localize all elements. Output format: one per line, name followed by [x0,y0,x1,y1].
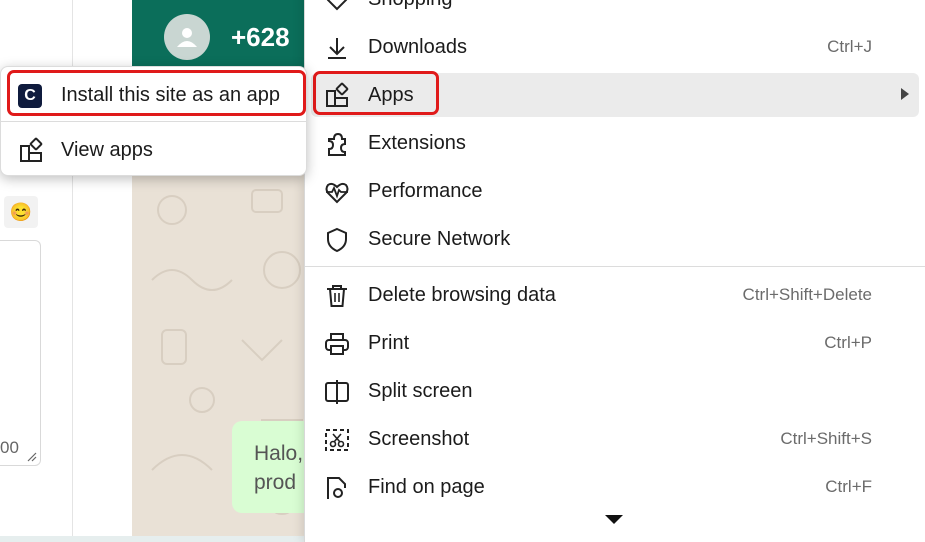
menu-item-screenshot[interactable]: Screenshot Ctrl+Shift+S [305,417,919,461]
message-line-1: Halo, [254,442,304,465]
menu-item-extensions[interactable]: Extensions [305,121,919,165]
emoji-button[interactable]: 😊 [4,196,38,228]
download-icon [328,38,346,59]
menu-label: Secure Network [368,227,511,250]
person-icon [177,28,197,47]
smiling-face-icon: 😊 [9,201,33,222]
menu-label: Screenshot [368,427,470,450]
shield-icon [327,227,347,253]
menu-item-secure-network[interactable]: Secure Network [305,217,919,261]
menu-item-split-screen[interactable]: Split screen [305,369,919,413]
character-count: 00 [0,438,19,457]
heartbeat-icon [325,182,349,204]
menu-label: Find on page [368,475,485,498]
menu-label: Print [368,331,410,354]
menu-shortcut: Ctrl+Shift+Delete [742,285,872,304]
menu-item-shopping[interactable]: Shopping [305,0,919,21]
menu-label: Split screen [368,379,473,402]
menu-label: Downloads [368,35,467,58]
menu-shortcut: Ctrl+P [824,333,872,352]
menu-label: Shopping [368,0,453,11]
menu-shortcut: Ctrl+F [825,477,872,496]
menu-item-print[interactable]: Print Ctrl+P [305,321,919,365]
annotation-highlight-install [7,70,306,116]
puzzle-icon [328,132,346,156]
submenu-label: View apps [61,139,153,161]
menu-item-downloads[interactable]: Downloads Ctrl+J [305,25,919,69]
screenshot-icon [325,429,349,451]
message-text: Halo, prod [254,439,303,497]
trash-icon [327,285,347,307]
submenu-separator [1,121,306,122]
scroll-down-arrow-icon[interactable] [605,515,623,524]
split-screen-icon [325,380,349,404]
printer-icon [325,333,349,355]
menu-item-delete-browsing-data[interactable]: Delete browsing data Ctrl+Shift+Delete [305,273,919,317]
menu-label: Performance [368,179,483,202]
apps-icon [20,137,43,162]
submenu-arrow-icon [901,88,909,100]
annotation-highlight-apps [313,71,439,115]
menu-shortcut: Ctrl+Shift+S [780,429,872,448]
menu-separator [305,266,925,267]
menu-label: Delete browsing data [368,283,556,306]
resize-grip-icon[interactable] [27,452,37,462]
heart-tag-icon [326,0,348,11]
menu-shortcut: Ctrl+J [827,37,872,56]
menu-item-performance[interactable]: Performance [305,169,919,213]
menu-label: Extensions [368,131,466,154]
message-textarea[interactable] [0,240,41,466]
message-line-2: prod [254,471,297,494]
submenu-item-view-apps[interactable]: View apps [1,126,306,174]
contact-phone[interactable]: +628 [231,22,290,53]
menu-item-find-on-page[interactable]: Find on page Ctrl+F [305,465,919,509]
find-icon [327,477,346,499]
contact-avatar[interactable] [164,14,210,60]
